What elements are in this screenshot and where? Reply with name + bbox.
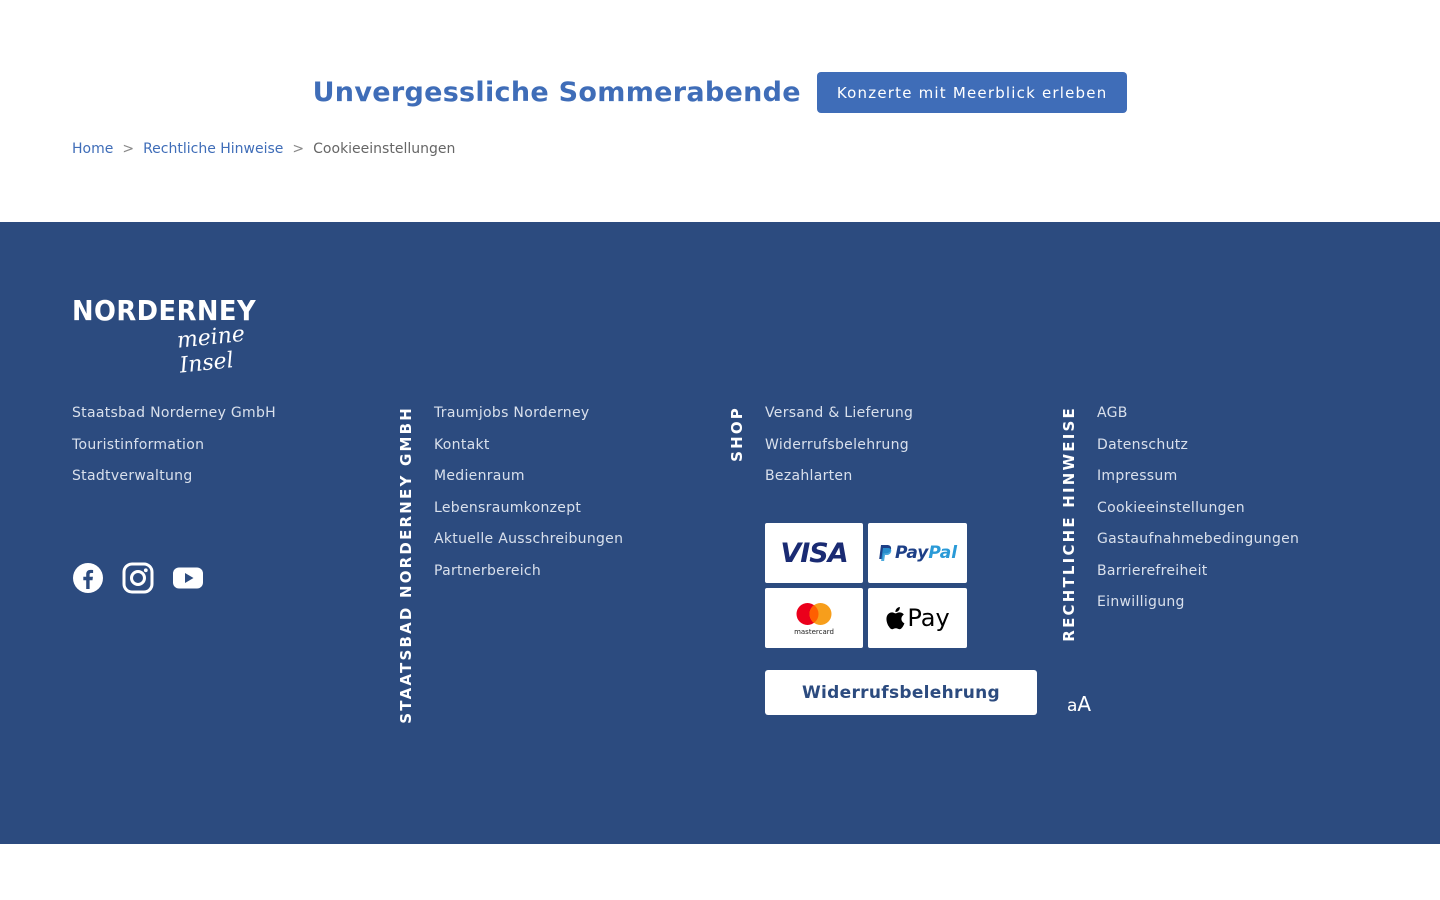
font-size-small-glyph: a (1067, 696, 1078, 716)
footer-column-staatsbad: Traumjobs Norderney Kontakt Medienraum L… (434, 404, 623, 593)
footer-link-cookieeinstellungen[interactable]: Cookieeinstellungen (1097, 499, 1299, 517)
font-size-large-glyph: A (1077, 692, 1092, 716)
logo-main-text: NORDERNEY (72, 294, 257, 327)
applepay-logo: Pay (868, 588, 967, 648)
footer-link-impressum[interactable]: Impressum (1097, 467, 1299, 485)
paypal-icon (879, 545, 892, 561)
footer-link-stadtverwaltung[interactable]: Stadtverwaltung (72, 467, 276, 485)
footer-link-datenschutz[interactable]: Datenschutz (1097, 436, 1299, 454)
mastercard-text: mastercard (794, 628, 834, 636)
footer-link-lebensraumkonzept[interactable]: Lebensraumkonzept (434, 499, 623, 517)
breadcrumb-separator: > (122, 141, 135, 157)
footer-link-ausschreibungen[interactable]: Aktuelle Ausschreibungen (434, 530, 623, 548)
applepay-text: Pay (907, 604, 950, 632)
footer-link-gastaufnahme[interactable]: Gastaufnahmebedingungen (1097, 530, 1299, 548)
footer-link-touristinformation[interactable]: Touristinformation (72, 436, 276, 454)
paypal-logo: PayPal (868, 523, 967, 583)
font-size-toggle[interactable]: aA (1067, 692, 1091, 716)
apple-icon (886, 607, 905, 630)
breadcrumb-current: Cookieeinstellungen (313, 141, 456, 157)
footer-link-versand[interactable]: Versand & Lieferung (765, 404, 913, 422)
footer-link-agb[interactable]: AGB (1097, 404, 1299, 422)
footer-heading-legal: RECHTLICHE HINWEISE (1060, 406, 1078, 642)
youtube-icon[interactable] (172, 562, 204, 594)
footer: NORDERNEY meine Insel Staatsbad Norderne… (0, 222, 1440, 844)
widerrufsbelehrung-button[interactable]: Widerrufsbelehrung (765, 670, 1037, 715)
social-links (72, 562, 204, 594)
visa-text: VISA (780, 537, 848, 569)
paypal-text-pal: Pal (928, 543, 958, 563)
footer-column-shop: Versand & Lieferung Widerrufsbelehrung B… (765, 404, 913, 499)
footer-link-barrierefreiheit[interactable]: Barrierefreiheit (1097, 562, 1299, 580)
footer-link-partnerbereich[interactable]: Partnerbereich (434, 562, 623, 580)
promo-title: Unvergessliche Sommerabende (312, 77, 801, 108)
footer-link-staatsbad[interactable]: Staatsbad Norderney GmbH (72, 404, 276, 422)
payment-methods: VISA PayPal mastercard Pay (765, 523, 970, 648)
breadcrumb-separator: > (292, 141, 305, 157)
mastercard-logo: mastercard (765, 588, 863, 648)
footer-heading-shop: SHOP (728, 406, 746, 462)
norderney-logo[interactable]: NORDERNEY meine Insel (72, 294, 307, 379)
footer-heading-staatsbad: STAATSBAD NORDERNEY GMBH (397, 406, 415, 724)
footer-link-medienraum[interactable]: Medienraum (434, 467, 623, 485)
footer-link-widerrufsbelehrung[interactable]: Widerrufsbelehrung (765, 436, 913, 454)
instagram-icon[interactable] (122, 562, 154, 594)
footer-link-einwilligung[interactable]: Einwilligung (1097, 593, 1299, 611)
breadcrumb-home-link[interactable]: Home (72, 141, 113, 157)
footer-column-main: Staatsbad Norderney GmbH Touristinformat… (72, 404, 276, 499)
footer-link-traumjobs[interactable]: Traumjobs Norderney (434, 404, 623, 422)
footer-column-legal: AGB Datenschutz Impressum Cookieeinstell… (1097, 404, 1299, 625)
concerts-button[interactable]: Konzerte mit Meerblick erleben (816, 72, 1128, 113)
paypal-text-pay: Pay (894, 543, 929, 563)
footer-link-bezahlarten[interactable]: Bezahlarten (765, 467, 913, 485)
visa-logo: VISA (765, 523, 863, 583)
breadcrumb: Home > Rechtliche Hinweise > Cookieeinst… (72, 141, 455, 157)
facebook-icon[interactable] (72, 562, 104, 594)
footer-link-kontakt[interactable]: Kontakt (434, 436, 623, 454)
breadcrumb-legal-link[interactable]: Rechtliche Hinweise (143, 141, 283, 157)
promo-banner: Unvergessliche Sommerabende Konzerte mit… (0, 72, 1440, 113)
